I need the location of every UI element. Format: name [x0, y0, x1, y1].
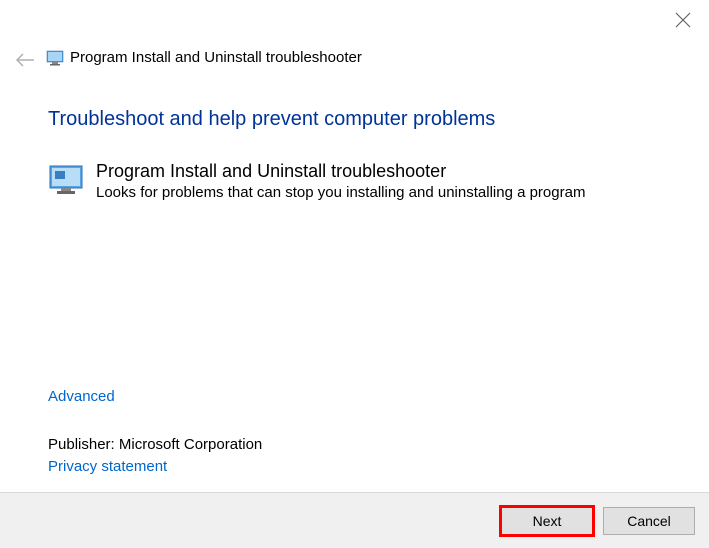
back-button [14, 48, 38, 72]
advanced-link[interactable]: Advanced [48, 388, 115, 405]
publisher-label: Publisher: [48, 436, 119, 453]
program-text: Program Install and Uninstall troublesho… [96, 161, 661, 201]
publisher-value: Microsoft Corporation [119, 436, 262, 453]
publisher-info: Publisher: Microsoft Corporation [48, 436, 262, 453]
cancel-button[interactable]: Cancel [603, 507, 695, 535]
window-icon [46, 50, 64, 66]
back-arrow-icon [14, 48, 38, 72]
window-title: Program Install and Uninstall troublesho… [70, 49, 362, 66]
main-heading: Troubleshoot and help prevent computer p… [48, 108, 661, 131]
footer-bar: Next Cancel [0, 492, 709, 548]
privacy-link[interactable]: Privacy statement [48, 458, 167, 475]
close-icon [675, 12, 691, 28]
close-button[interactable] [675, 12, 691, 28]
content-area: Troubleshoot and help prevent computer p… [48, 108, 661, 201]
program-description: Looks for problems that can stop you ins… [96, 184, 661, 201]
program-icon [48, 164, 84, 196]
program-row: Program Install and Uninstall troublesho… [48, 161, 661, 201]
program-title: Program Install and Uninstall troublesho… [96, 161, 661, 182]
next-button[interactable]: Next [501, 507, 593, 535]
